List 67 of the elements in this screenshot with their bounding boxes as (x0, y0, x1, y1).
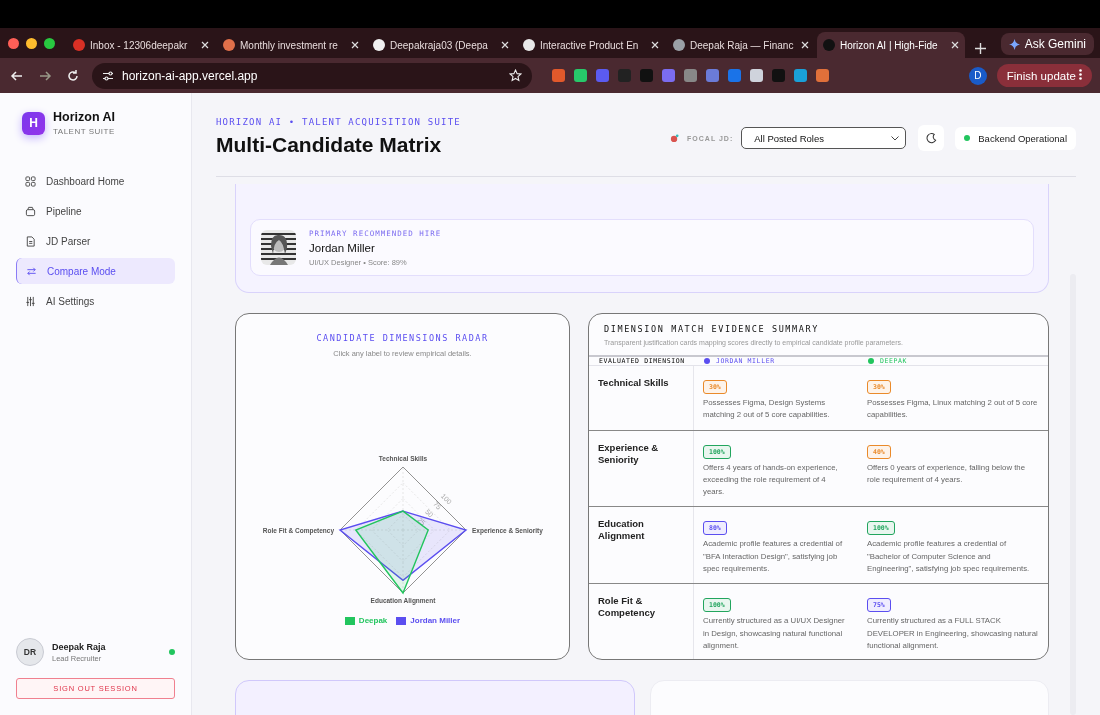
swap-icon (26, 265, 37, 277)
status-dot (964, 135, 971, 141)
user-avatar: DR (16, 638, 44, 666)
browser-tab[interactable]: Horizon AI | High-Fide (817, 32, 965, 58)
sidebar-item[interactable]: Compare Mode (16, 258, 175, 284)
dimension-label: Education Alignment (589, 507, 694, 584)
finish-update-button[interactable]: Finish update (996, 64, 1092, 87)
sidebar-item[interactable]: JD Parser (16, 228, 175, 254)
favicon-icon (523, 39, 535, 51)
new-tab-icon[interactable] (975, 43, 986, 54)
window-control[interactable] (8, 37, 19, 49)
address-bar[interactable]: horizon-ai-app.vercel.app (92, 62, 532, 89)
extension-icon[interactable] (794, 69, 807, 82)
dimension-label: Technical Skills (589, 366, 694, 430)
brand-logo: H (22, 111, 45, 135)
candidate-name: Jordan Miller (309, 241, 376, 254)
favicon-icon (673, 39, 685, 51)
page-title: Multi-Candidate Matrix (216, 133, 443, 157)
extension-icon[interactable] (816, 69, 829, 82)
browser-tab[interactable]: Interactive Product En (517, 32, 665, 58)
window-control[interactable] (44, 37, 55, 49)
theme-toggle-button[interactable] (918, 125, 945, 151)
profile-avatar[interactable]: D (968, 66, 987, 85)
browser-tab[interactable]: Inbox - 12306deepakr (67, 32, 215, 58)
dimension-label: Role Fit & Competency (589, 584, 694, 659)
favicon-icon (223, 39, 235, 51)
close-icon[interactable] (351, 41, 359, 49)
sidebar-item[interactable]: Dashboard Home (16, 168, 175, 194)
site-info-icon (102, 69, 114, 82)
star-icon[interactable] (509, 69, 522, 82)
ask-gemini-button[interactable]: Ask Gemini (1000, 33, 1094, 55)
sparkle-icon (1008, 38, 1020, 50)
favicon-icon (73, 39, 85, 51)
card-title: DIMENSION MATCH EVIDENCE SUMMARY (604, 324, 820, 334)
favicon-icon (823, 39, 835, 51)
tray-icon (25, 205, 36, 217)
sidebar-item[interactable]: Pipeline (16, 198, 175, 224)
close-icon[interactable] (951, 41, 959, 49)
chevron-down-icon (891, 135, 900, 141)
more-icon (1079, 69, 1082, 80)
browser-tab[interactable]: Deepakraja03 (Deepa (367, 32, 515, 58)
brand-tagline: TALENT SUITE (53, 127, 116, 136)
legend-item[interactable]: Jordan Miller (396, 616, 461, 625)
moon-icon (925, 132, 937, 144)
dimension-label: Experience & Seniority (589, 430, 694, 507)
sidebar-item[interactable]: AI Settings (16, 288, 175, 314)
close-icon[interactable] (651, 41, 659, 49)
document-icon (25, 235, 36, 247)
brand-name: Horizon AI (53, 110, 116, 124)
target-icon (670, 133, 680, 143)
extension-icon[interactable] (574, 69, 587, 82)
status-text: Backend Operational (978, 132, 1067, 144)
browser-tab[interactable]: Deepak Raja — Financ (667, 32, 815, 58)
favicon-icon (373, 39, 385, 51)
close-icon[interactable] (501, 41, 509, 49)
extension-icon[interactable] (750, 69, 763, 82)
page-eyebrow: HORIZON AI • TALENT ACQUISITION SUITE (216, 117, 461, 127)
card-title: CANDIDATE DIMENSIONS RADAR (316, 333, 489, 343)
sliders-icon (25, 295, 36, 307)
close-icon[interactable] (201, 41, 209, 49)
window-control[interactable] (26, 37, 37, 49)
extension-icon[interactable] (684, 69, 697, 82)
user-name: Deepak Raja (52, 641, 106, 652)
close-icon[interactable] (801, 41, 809, 49)
focal-jd-dropdown[interactable]: All Posted Roles (741, 127, 907, 149)
browser-tab[interactable]: Monthly investment re (217, 32, 365, 58)
grid-icon (25, 175, 36, 187)
